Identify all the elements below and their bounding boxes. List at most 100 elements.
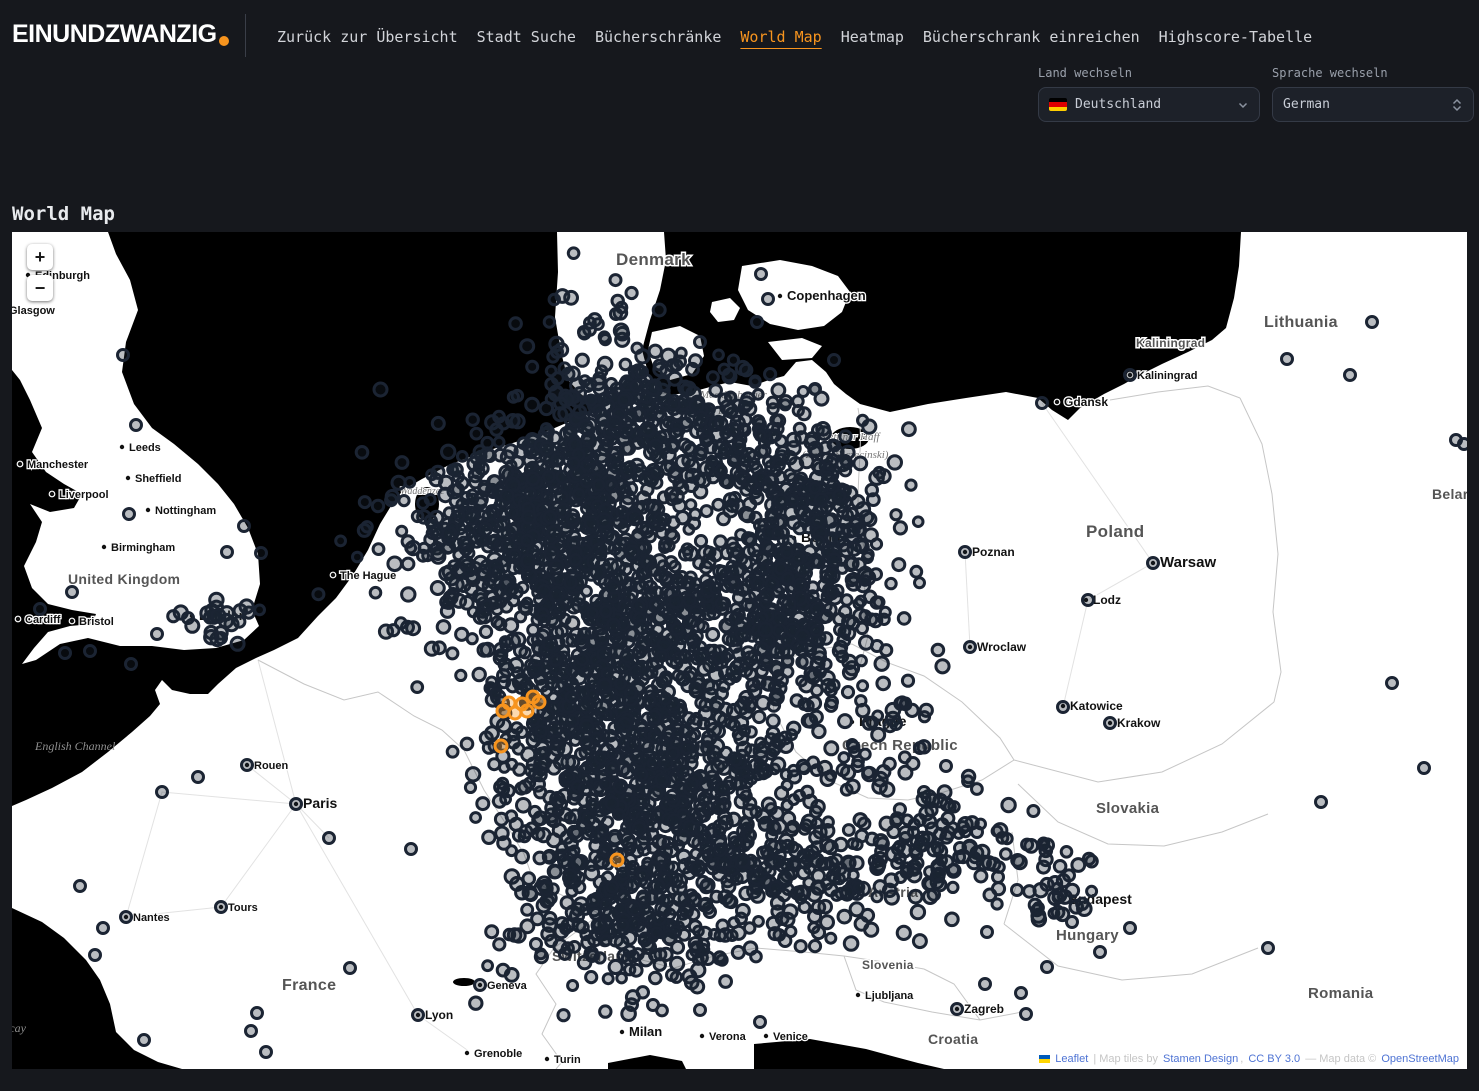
library-marker[interactable] <box>648 1000 659 1011</box>
library-marker[interactable] <box>563 771 574 782</box>
library-marker[interactable] <box>746 601 756 611</box>
library-marker[interactable] <box>888 456 901 469</box>
library-marker[interactable] <box>773 528 783 538</box>
library-marker[interactable] <box>606 763 616 773</box>
library-marker[interactable] <box>252 1008 263 1019</box>
library-marker[interactable] <box>581 737 592 748</box>
library-marker[interactable] <box>557 918 568 929</box>
library-marker[interactable] <box>795 941 806 952</box>
library-marker[interactable] <box>768 856 781 869</box>
library-marker[interactable] <box>891 510 901 520</box>
library-marker[interactable] <box>594 480 604 490</box>
library-marker[interactable] <box>753 416 764 427</box>
library-marker[interactable] <box>1367 317 1378 328</box>
library-marker[interactable] <box>695 536 706 547</box>
library-marker[interactable] <box>793 406 803 416</box>
library-marker[interactable] <box>663 931 676 944</box>
library-marker[interactable] <box>633 822 645 834</box>
library-marker[interactable] <box>691 862 704 875</box>
library-marker[interactable] <box>788 842 798 852</box>
library-marker[interactable] <box>555 602 566 613</box>
library-marker[interactable] <box>834 490 845 501</box>
library-marker[interactable] <box>425 495 435 505</box>
library-marker[interactable] <box>526 765 537 776</box>
library-marker[interactable] <box>480 626 491 637</box>
library-marker[interactable] <box>514 764 525 775</box>
library-marker[interactable] <box>494 437 504 447</box>
library-marker[interactable] <box>753 578 764 589</box>
library-marker[interactable] <box>539 627 551 639</box>
library-marker[interactable] <box>524 778 534 788</box>
library-marker[interactable] <box>767 727 779 739</box>
library-marker[interactable] <box>829 355 840 366</box>
library-marker[interactable] <box>543 471 554 482</box>
library-marker[interactable] <box>776 563 787 574</box>
library-marker[interactable] <box>595 449 608 462</box>
library-marker[interactable] <box>544 913 556 925</box>
library-marker[interactable] <box>1041 878 1053 890</box>
library-marker[interactable] <box>755 760 766 771</box>
library-marker[interactable] <box>689 921 701 933</box>
library-marker[interactable] <box>740 397 753 410</box>
library-marker[interactable] <box>915 815 926 826</box>
nav-heatmap[interactable]: Heatmap <box>841 28 904 46</box>
library-marker[interactable] <box>640 933 651 944</box>
library-marker[interactable] <box>810 384 821 395</box>
library-marker[interactable] <box>932 644 944 656</box>
library-marker[interactable] <box>475 980 486 991</box>
library-marker[interactable] <box>713 499 724 510</box>
library-marker[interactable] <box>559 856 570 867</box>
library-marker[interactable] <box>751 951 762 962</box>
library-marker[interactable] <box>839 715 852 728</box>
library-marker[interactable] <box>690 683 700 693</box>
library-marker[interactable] <box>782 573 793 584</box>
library-marker[interactable] <box>676 482 688 494</box>
library-marker[interactable] <box>1053 893 1063 903</box>
library-marker[interactable] <box>661 672 672 683</box>
library-marker[interactable] <box>497 964 509 976</box>
library-marker[interactable] <box>392 476 405 489</box>
library-marker[interactable] <box>714 566 726 578</box>
library-marker[interactable] <box>858 681 868 691</box>
library-marker[interactable] <box>547 815 557 825</box>
library-marker[interactable] <box>650 599 662 611</box>
library-marker[interactable] <box>770 430 781 441</box>
library-marker[interactable] <box>659 905 670 916</box>
zoom-out-button[interactable]: − <box>27 275 53 301</box>
library-marker[interactable] <box>924 890 937 903</box>
library-marker[interactable] <box>788 858 799 869</box>
library-marker[interactable] <box>591 595 601 605</box>
library-marker[interactable] <box>740 364 752 376</box>
library-marker[interactable] <box>406 844 417 855</box>
library-marker[interactable] <box>544 317 554 327</box>
library-marker[interactable] <box>551 655 561 665</box>
library-marker[interactable] <box>600 1006 611 1017</box>
library-marker[interactable] <box>516 850 529 863</box>
library-marker[interactable] <box>497 719 510 732</box>
highlighted-marker[interactable] <box>611 854 623 866</box>
library-marker[interactable] <box>477 798 489 810</box>
library-marker[interactable] <box>596 366 607 377</box>
library-marker[interactable] <box>755 520 766 531</box>
library-marker[interactable] <box>609 834 620 845</box>
library-marker[interactable] <box>708 372 719 383</box>
library-marker[interactable] <box>857 704 869 716</box>
library-marker[interactable] <box>483 580 495 592</box>
library-marker[interactable] <box>718 513 730 525</box>
library-marker[interactable] <box>963 776 974 787</box>
library-marker[interactable] <box>600 335 610 345</box>
library-marker[interactable] <box>564 870 576 882</box>
library-marker[interactable] <box>912 858 923 869</box>
library-marker[interactable] <box>588 608 598 618</box>
library-marker[interactable] <box>544 511 556 523</box>
library-marker[interactable] <box>1345 370 1356 381</box>
library-marker[interactable] <box>854 599 864 609</box>
library-marker[interactable] <box>572 903 584 915</box>
library-marker[interactable] <box>758 613 768 623</box>
library-marker[interactable] <box>813 557 824 568</box>
library-marker[interactable] <box>676 348 686 358</box>
library-marker[interactable] <box>522 904 533 915</box>
library-marker[interactable] <box>1419 763 1430 774</box>
library-marker[interactable] <box>828 554 841 567</box>
library-marker[interactable] <box>336 536 346 546</box>
